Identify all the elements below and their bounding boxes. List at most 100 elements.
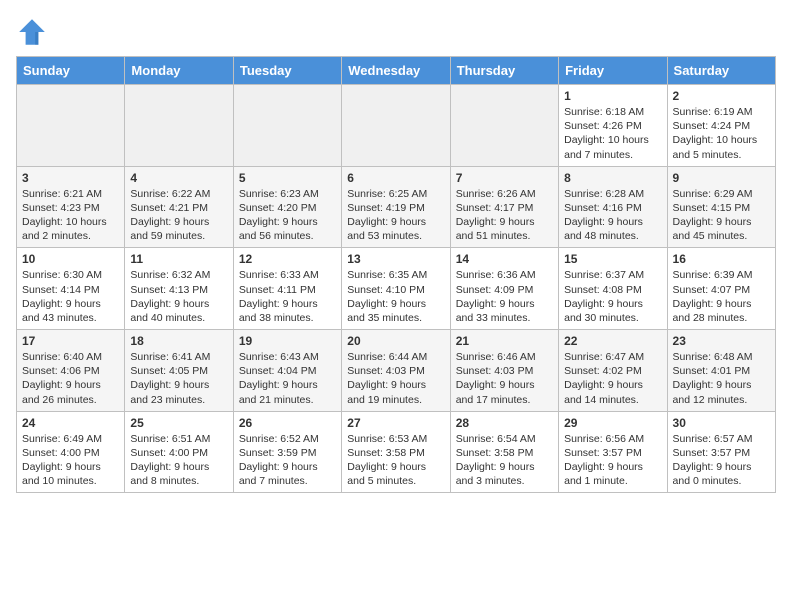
- day-info: Sunrise: 6:39 AM Sunset: 4:07 PM Dayligh…: [673, 268, 770, 325]
- calendar-cell: [342, 85, 450, 167]
- day-number: 8: [564, 171, 661, 185]
- day-number: 1: [564, 89, 661, 103]
- day-info: Sunrise: 6:46 AM Sunset: 4:03 PM Dayligh…: [456, 350, 553, 407]
- calendar-cell: 12Sunrise: 6:33 AM Sunset: 4:11 PM Dayli…: [233, 248, 341, 330]
- day-info: Sunrise: 6:40 AM Sunset: 4:06 PM Dayligh…: [22, 350, 119, 407]
- day-number: 3: [22, 171, 119, 185]
- day-header-tuesday: Tuesday: [233, 57, 341, 85]
- calendar-cell: 14 Sunrise: 6:36 AM Sunset: 4:09 PM Dayli…: [450, 248, 558, 330]
- day-info: Sunrise: 6:26 AM Sunset: 4:17 PM Dayligh…: [456, 187, 553, 244]
- calendar-cell: 23 Sunrise: 6:48 AM Sunset: 4:01 PM Dayli…: [667, 330, 775, 412]
- calendar-cell: 28Sunrise: 6:54 AM Sunset: 3:58 PM Dayli…: [450, 411, 558, 493]
- calendar-cell: 22Sunrise: 6:47 AM Sunset: 4:02 PM Dayli…: [559, 330, 667, 412]
- day-number: 4: [130, 171, 227, 185]
- calendar-cell: 1 Sunrise: 6:18 AM Sunset: 4:26 PM Daylig…: [559, 85, 667, 167]
- day-number: 23: [673, 334, 770, 348]
- day-header-wednesday: Wednesday: [342, 57, 450, 85]
- day-info: Sunrise: 6:41 AM Sunset: 4:05 PM Dayligh…: [130, 350, 227, 407]
- logo-icon: [16, 16, 48, 48]
- calendar-cell: 18Sunrise: 6:41 AM Sunset: 4:05 PM Dayli…: [125, 330, 233, 412]
- day-info: Sunrise: 6:21 AM Sunset: 4:23 PM Dayligh…: [22, 187, 119, 244]
- day-number: 26: [239, 416, 336, 430]
- calendar-cell: 30 Sunrise: 6:57 AM Sunset: 3:57 PM Dayli…: [667, 411, 775, 493]
- calendar-cell: 24 Sunrise: 6:49 AM Sunset: 4:00 PM Dayli…: [17, 411, 125, 493]
- day-number: 30: [673, 416, 770, 430]
- calendar-cell: 19 Sunrise: 6:43 AM Sunset: 4:04 PM Dayli…: [233, 330, 341, 412]
- day-number: 24: [22, 416, 119, 430]
- day-info: Sunrise: 6:37 AM Sunset: 4:08 PM Dayligh…: [564, 268, 661, 325]
- logo: [16, 16, 52, 48]
- day-info: Sunrise: 6:19 AM Sunset: 4:24 PM Dayligh…: [673, 105, 770, 162]
- calendar-cell: 15 Sunrise: 6:37 AM Sunset: 4:08 PM Dayli…: [559, 248, 667, 330]
- week-row-2: 3 Sunrise: 6:21 AM Sunset: 4:23 PM Daylig…: [17, 166, 776, 248]
- day-number: 12: [239, 252, 336, 266]
- day-info: Sunrise: 6:30 AM Sunset: 4:14 PM Dayligh…: [22, 268, 119, 325]
- calendar-cell: 27 Sunrise: 6:53 AM Sunset: 3:58 PM Dayli…: [342, 411, 450, 493]
- day-number: 21: [456, 334, 553, 348]
- day-number: 5: [239, 171, 336, 185]
- day-number: 19: [239, 334, 336, 348]
- week-row-3: 10 Sunrise: 6:30 AM Sunset: 4:14 PM Dayli…: [17, 248, 776, 330]
- calendar-cell: 13 Sunrise: 6:35 AM Sunset: 4:10 PM Dayli…: [342, 248, 450, 330]
- day-info: Sunrise: 6:49 AM Sunset: 4:00 PM Dayligh…: [22, 432, 119, 489]
- day-header-monday: Monday: [125, 57, 233, 85]
- day-info: Sunrise: 6:18 AM Sunset: 4:26 PM Dayligh…: [564, 105, 661, 162]
- day-info: Sunrise: 6:22 AM Sunset: 4:21 PM Dayligh…: [130, 187, 227, 244]
- calendar-cell: 26 Sunrise: 6:52 AM Sunset: 3:59 PM Dayli…: [233, 411, 341, 493]
- day-info: Sunrise: 6:52 AM Sunset: 3:59 PM Dayligh…: [239, 432, 336, 489]
- day-info: Sunrise: 6:44 AM Sunset: 4:03 PM Dayligh…: [347, 350, 444, 407]
- calendar-cell: 10 Sunrise: 6:30 AM Sunset: 4:14 PM Dayli…: [17, 248, 125, 330]
- calendar-cell: 2 Sunrise: 6:19 AM Sunset: 4:24 PM Daylig…: [667, 85, 775, 167]
- day-info: Sunrise: 6:53 AM Sunset: 3:58 PM Dayligh…: [347, 432, 444, 489]
- day-number: 2: [673, 89, 770, 103]
- day-number: 27: [347, 416, 444, 430]
- day-number: 9: [673, 171, 770, 185]
- day-number: 29: [564, 416, 661, 430]
- calendar-cell: 21 Sunrise: 6:46 AM Sunset: 4:03 PM Dayli…: [450, 330, 558, 412]
- day-number: 25: [130, 416, 227, 430]
- day-info: Sunrise: 6:25 AM Sunset: 4:19 PM Dayligh…: [347, 187, 444, 244]
- week-row-5: 24 Sunrise: 6:49 AM Sunset: 4:00 PM Dayli…: [17, 411, 776, 493]
- calendar-cell: 8 Sunrise: 6:28 AM Sunset: 4:16 PM Daylig…: [559, 166, 667, 248]
- day-header-saturday: Saturday: [667, 57, 775, 85]
- day-info: Sunrise: 6:28 AM Sunset: 4:16 PM Dayligh…: [564, 187, 661, 244]
- calendar-cell: [17, 85, 125, 167]
- day-number: 15: [564, 252, 661, 266]
- day-header-thursday: Thursday: [450, 57, 558, 85]
- day-number: 14: [456, 252, 553, 266]
- calendar-cell: 6 Sunrise: 6:25 AM Sunset: 4:19 PM Daylig…: [342, 166, 450, 248]
- day-header-friday: Friday: [559, 57, 667, 85]
- calendar-cell: 3 Sunrise: 6:21 AM Sunset: 4:23 PM Daylig…: [17, 166, 125, 248]
- calendar-cell: [233, 85, 341, 167]
- calendar-table: SundayMondayTuesdayWednesdayThursdayFrid…: [16, 56, 776, 493]
- calendar-cell: 17 Sunrise: 6:40 AM Sunset: 4:06 PM Dayli…: [17, 330, 125, 412]
- day-number: 10: [22, 252, 119, 266]
- day-number: 17: [22, 334, 119, 348]
- calendar-cell: 9 Sunrise: 6:29 AM Sunset: 4:15 PM Daylig…: [667, 166, 775, 248]
- day-number: 20: [347, 334, 444, 348]
- day-info: Sunrise: 6:57 AM Sunset: 3:57 PM Dayligh…: [673, 432, 770, 489]
- day-number: 16: [673, 252, 770, 266]
- day-info: Sunrise: 6:29 AM Sunset: 4:15 PM Dayligh…: [673, 187, 770, 244]
- day-number: 6: [347, 171, 444, 185]
- calendar-cell: 29 Sunrise: 6:56 AM Sunset: 3:57 PM Dayli…: [559, 411, 667, 493]
- calendar-header-row: SundayMondayTuesdayWednesdayThursdayFrid…: [17, 57, 776, 85]
- day-number: 13: [347, 252, 444, 266]
- day-number: 22: [564, 334, 661, 348]
- calendar-cell: 16 Sunrise: 6:39 AM Sunset: 4:07 PM Dayli…: [667, 248, 775, 330]
- calendar-cell: 20 Sunrise: 6:44 AM Sunset: 4:03 PM Dayli…: [342, 330, 450, 412]
- day-info: Sunrise: 6:48 AM Sunset: 4:01 PM Dayligh…: [673, 350, 770, 407]
- day-info: Sunrise: 6:56 AM Sunset: 3:57 PM Dayligh…: [564, 432, 661, 489]
- calendar-cell: 7 Sunrise: 6:26 AM Sunset: 4:17 PM Daylig…: [450, 166, 558, 248]
- calendar-cell: [125, 85, 233, 167]
- day-info: Sunrise: 6:35 AM Sunset: 4:10 PM Dayligh…: [347, 268, 444, 325]
- day-info: Sunrise: 6:32 AM Sunset: 4:13 PM Dayligh…: [130, 268, 227, 325]
- calendar-cell: [450, 85, 558, 167]
- day-info: Sunrise: 6:43 AM Sunset: 4:04 PM Dayligh…: [239, 350, 336, 407]
- page-header: [16, 16, 776, 48]
- day-info: Sunrise: 6:23 AM Sunset: 4:20 PM Dayligh…: [239, 187, 336, 244]
- calendar-cell: 4 Sunrise: 6:22 AM Sunset: 4:21 PM Daylig…: [125, 166, 233, 248]
- week-row-1: 1 Sunrise: 6:18 AM Sunset: 4:26 PM Daylig…: [17, 85, 776, 167]
- day-info: Sunrise: 6:36 AM Sunset: 4:09 PM Dayligh…: [456, 268, 553, 325]
- day-number: 7: [456, 171, 553, 185]
